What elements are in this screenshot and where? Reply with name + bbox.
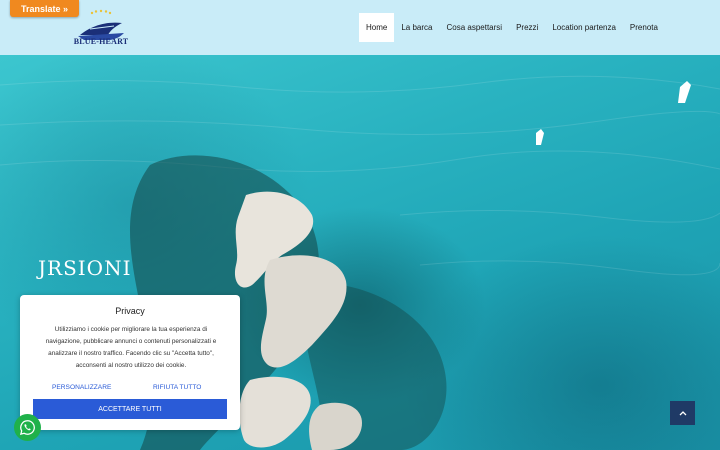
chevron-up-icon [679,411,686,416]
accept-all-button[interactable]: ACCETTARE TUTTI [33,399,227,419]
nav-location-partenza[interactable]: Location partenza [545,13,623,42]
translate-button[interactable]: Translate » [10,0,79,17]
cookie-links: PERSONALIZZARE RIFIUTA TUTTO [20,384,240,394]
cookie-consent-dialog: Privacy Utilizziamo i cookie per miglior… [20,295,240,430]
reject-all-button[interactable]: RIFIUTA TUTTO [153,384,201,391]
nav-prenota[interactable]: Prenota [623,13,665,42]
cookie-body-text: Utilizziamo i cookie per migliorare la t… [45,326,217,369]
logo-text: BLUE-HEART [73,37,129,46]
hero-title: JRSIONI [38,256,132,280]
nav-la-barca[interactable]: La barca [394,13,439,42]
main-nav: Home La barca Cosa aspettarsi Prezzi Loc… [359,13,665,42]
personalize-button[interactable]: PERSONALIZZARE [52,384,111,391]
nav-home[interactable]: Home [359,13,395,42]
nav-prezzi[interactable]: Prezzi [509,13,545,42]
site-header: BLUE-HEART Translate » Home La barca Cos… [0,0,720,55]
whatsapp-button[interactable] [14,414,41,441]
nav-cosa-aspettarsi[interactable]: Cosa aspettarsi [439,13,509,42]
cookie-title: Privacy [115,306,145,316]
scroll-to-top-button[interactable] [670,401,695,425]
whatsapp-icon [19,420,35,436]
